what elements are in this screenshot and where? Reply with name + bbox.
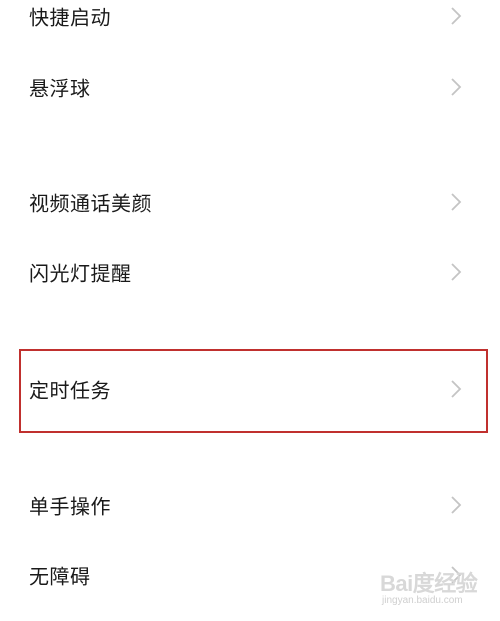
settings-item-label: 快捷启动 bbox=[29, 5, 111, 30]
settings-item-floating-ball[interactable]: 悬浮球 bbox=[0, 57, 500, 117]
chevron-right-icon bbox=[447, 378, 465, 400]
settings-item-label: 视频通话美颜 bbox=[29, 191, 152, 216]
chevron-right-icon bbox=[447, 76, 465, 98]
chevron-right-icon bbox=[447, 5, 465, 27]
settings-item-label: 单手操作 bbox=[29, 494, 111, 519]
chevron-right-icon bbox=[447, 261, 465, 283]
settings-item-label: 定时任务 bbox=[29, 378, 111, 403]
settings-item-label: 悬浮球 bbox=[29, 76, 91, 101]
settings-item-flash-notification[interactable]: 闪光灯提醒 bbox=[0, 242, 500, 302]
chevron-right-icon bbox=[447, 191, 465, 213]
watermark-url: jingyan.baidu.com bbox=[382, 595, 463, 606]
settings-item-one-handed-mode[interactable]: 单手操作 bbox=[0, 475, 500, 535]
settings-item-quick-launch[interactable]: 快捷启动 bbox=[0, 0, 500, 46]
settings-item-label: 无障碍 bbox=[29, 564, 91, 589]
settings-item-label: 闪光灯提醒 bbox=[29, 261, 132, 286]
chevron-right-icon bbox=[447, 494, 465, 516]
settings-item-scheduled-tasks[interactable]: 定时任务 bbox=[0, 359, 500, 419]
settings-item-video-call-beauty[interactable]: 视频通话美颜 bbox=[0, 172, 500, 232]
watermark-logo: Bai度经验 bbox=[380, 571, 478, 596]
watermark: Bai度经验 jingyan.baidu.com bbox=[380, 566, 492, 612]
